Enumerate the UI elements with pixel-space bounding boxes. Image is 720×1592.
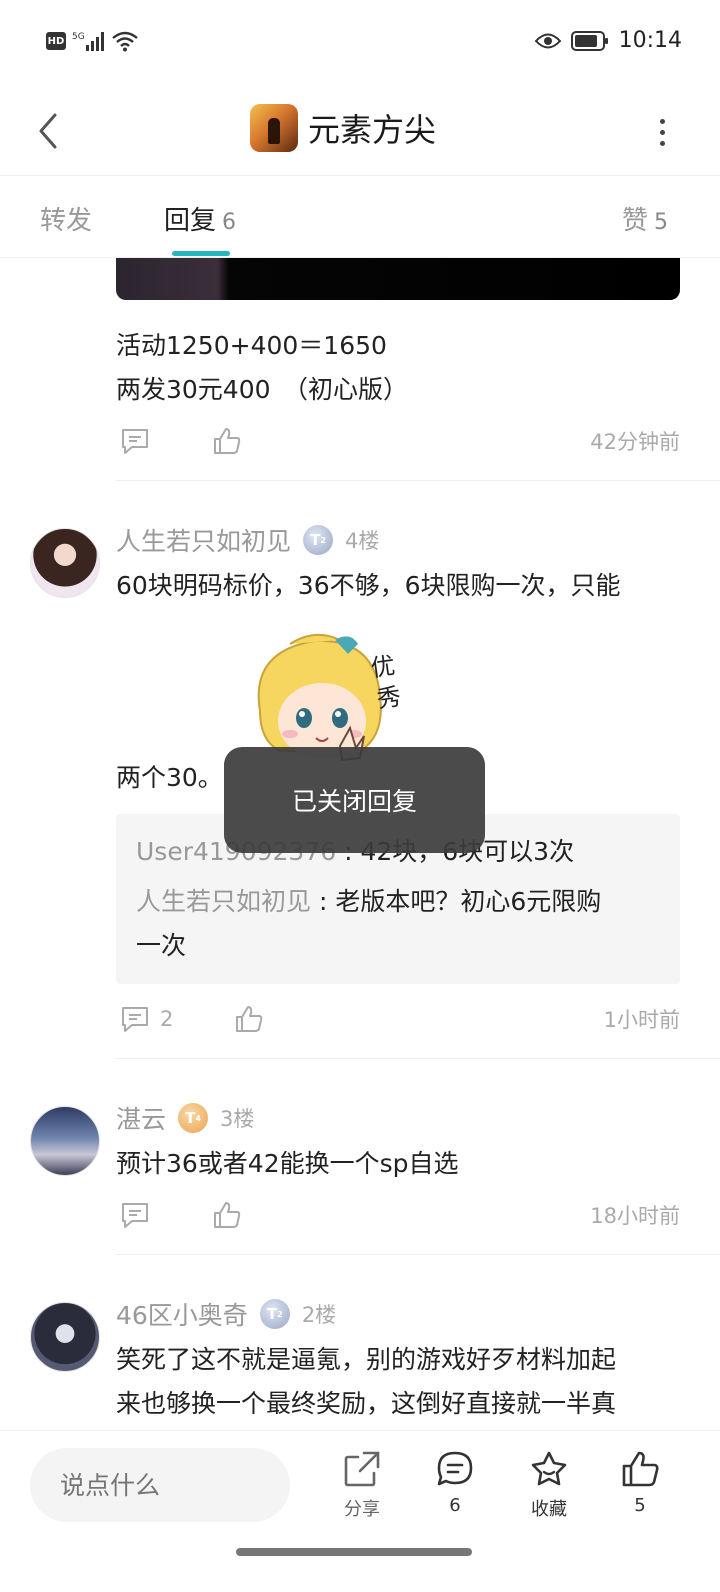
header-title-group[interactable]: 元素方尖 [250, 96, 436, 160]
comment-icon [122, 1007, 148, 1032]
status-left: HD 5G [46, 30, 138, 52]
tab-bar: 转发 回复 6 赞5 [0, 176, 720, 258]
chevron-left-icon [39, 113, 57, 149]
reply-header: 人生若只如初见 T2 4楼 [116, 522, 379, 558]
level-badge: T2 [259, 1299, 290, 1329]
sub-reply[interactable]: 人生若只如初见 : 老版本吧？初心6元限购 [136, 880, 601, 924]
hd-badge: HD [46, 32, 66, 50]
home-indicator[interactable] [236, 1548, 472, 1556]
chat-bubble-icon [437, 1451, 473, 1486]
share-label: 分享 [344, 1499, 380, 1520]
reply-text: 预计36或者42能换一个sp自选 [116, 1149, 459, 1178]
thumbs-up-icon [214, 428, 241, 454]
like-button[interactable] [212, 426, 242, 456]
reply-text: 60块明码标价，36不够，6块限购一次，只能 [116, 571, 621, 600]
comment-icon [122, 1203, 148, 1228]
like-button[interactable] [234, 1004, 264, 1034]
star-icon [531, 1451, 567, 1486]
reply-header: 湛云 T4 3楼 [116, 1100, 254, 1136]
toast-message: 已关闭回复 [224, 747, 485, 853]
thumbs-up-icon [214, 1202, 241, 1228]
more-options-button[interactable] [652, 110, 672, 154]
avatar[interactable] [30, 1106, 100, 1176]
comment-input[interactable] [30, 1448, 290, 1522]
floor-number: 3楼 [220, 1107, 255, 1131]
cellular-signal-icon: 5G [72, 32, 104, 51]
top-nav: 元素方尖 [0, 88, 720, 176]
tab-likes[interactable]: 赞5 [622, 200, 668, 237]
tab-likes-count: 5 [654, 210, 669, 235]
post-image[interactable] [116, 258, 680, 300]
reply-text: 来也够换一个最终奖励，这倒好直接就一半真 [116, 1389, 617, 1418]
avatar[interactable] [30, 1302, 100, 1372]
comment-total: 6 [449, 1495, 461, 1516]
comment-count-button[interactable]: 6 [420, 1449, 490, 1516]
game-icon [250, 104, 298, 152]
favorite-label: 收藏 [531, 1499, 567, 1520]
reply-time: 18小时前 [590, 1204, 680, 1228]
eye-comfort-icon [534, 33, 561, 48]
clock: 10:14 [618, 28, 682, 53]
reply-actions: 2 1小时前 [116, 1000, 680, 1040]
favorite-button[interactable]: 收藏 [514, 1449, 584, 1521]
comment-icon [122, 429, 148, 454]
floor-number: 2楼 [301, 1303, 337, 1327]
svg-text:秀: 秀 [375, 683, 403, 714]
page-title: 元素方尖 [308, 111, 437, 149]
reply-header: 46区小奥奇 T2 2楼 [116, 1296, 336, 1332]
wifi-icon [112, 31, 138, 52]
reply-text: 笑死了这不就是逼氪，别的游戏好歹材料加起 [116, 1345, 617, 1374]
tab-forward[interactable]: 转发 [40, 200, 92, 237]
active-tab-indicator [172, 251, 230, 256]
battery-icon [570, 30, 608, 51]
status-right: 10:14 [534, 28, 682, 53]
thumbs-up-icon [236, 1006, 263, 1032]
comment-button[interactable]: 2 [120, 1004, 173, 1034]
reply-list[interactable]: 活动1250+400＝1650 两发30元400 （初心版） 42分钟前 人生若… [0, 258, 720, 1430]
bottom-action-bar: 分享 6 收藏 5 [0, 1430, 720, 1538]
comment-button[interactable] [120, 426, 150, 456]
sub-reply-text: : 老版本吧？初心6元限购 [311, 887, 602, 916]
post-time: 42分钟前 [590, 430, 680, 454]
username[interactable]: 人生若只如初见 [116, 522, 291, 558]
tab-forward-label: 转发 [40, 206, 93, 236]
post-actions: 42分钟前 [116, 422, 680, 462]
share-icon [344, 1451, 380, 1487]
avatar[interactable] [30, 528, 100, 598]
comment-button[interactable] [120, 1200, 150, 1230]
reply-time: 1小时前 [603, 1008, 680, 1032]
reply-text: 两个30。 [116, 763, 223, 792]
reply-actions: 18小时前 [116, 1196, 680, 1236]
share-button[interactable]: 分享 [327, 1449, 397, 1521]
floor-number: 4楼 [345, 529, 380, 553]
post-text-line: 活动1250+400＝1650 [116, 331, 387, 360]
level-badge: T4 [178, 1103, 209, 1133]
like-button[interactable] [212, 1200, 242, 1230]
divider [116, 1058, 720, 1059]
thumbs-up-icon [622, 1451, 659, 1487]
tab-replies[interactable]: 回复 6 [164, 200, 236, 237]
like-total-button[interactable]: 5 [605, 1449, 675, 1516]
like-total: 5 [634, 1495, 646, 1516]
svg-text:优: 优 [369, 651, 397, 682]
back-button[interactable] [28, 106, 68, 156]
sub-reply-text-cont: 一次 [136, 931, 187, 960]
comment-count: 2 [160, 1007, 174, 1031]
status-bar: HD 5G 10:14 [0, 0, 720, 88]
sub-reply-user[interactable]: 人生若只如初见 [136, 887, 311, 916]
divider [116, 1254, 720, 1255]
username[interactable]: 湛云 [116, 1100, 166, 1136]
tab-replies-count: 6 [222, 210, 237, 235]
divider [116, 480, 720, 481]
tab-replies-label: 回复 [164, 206, 217, 236]
more-vertical-icon [659, 118, 665, 124]
network-type: 5G [72, 32, 85, 42]
username[interactable]: 46区小奥奇 [116, 1296, 248, 1332]
post-text-line: 两发30元400 （初心版） [116, 375, 409, 404]
tab-likes-label: 赞 [622, 206, 649, 236]
level-badge: T2 [303, 525, 334, 555]
